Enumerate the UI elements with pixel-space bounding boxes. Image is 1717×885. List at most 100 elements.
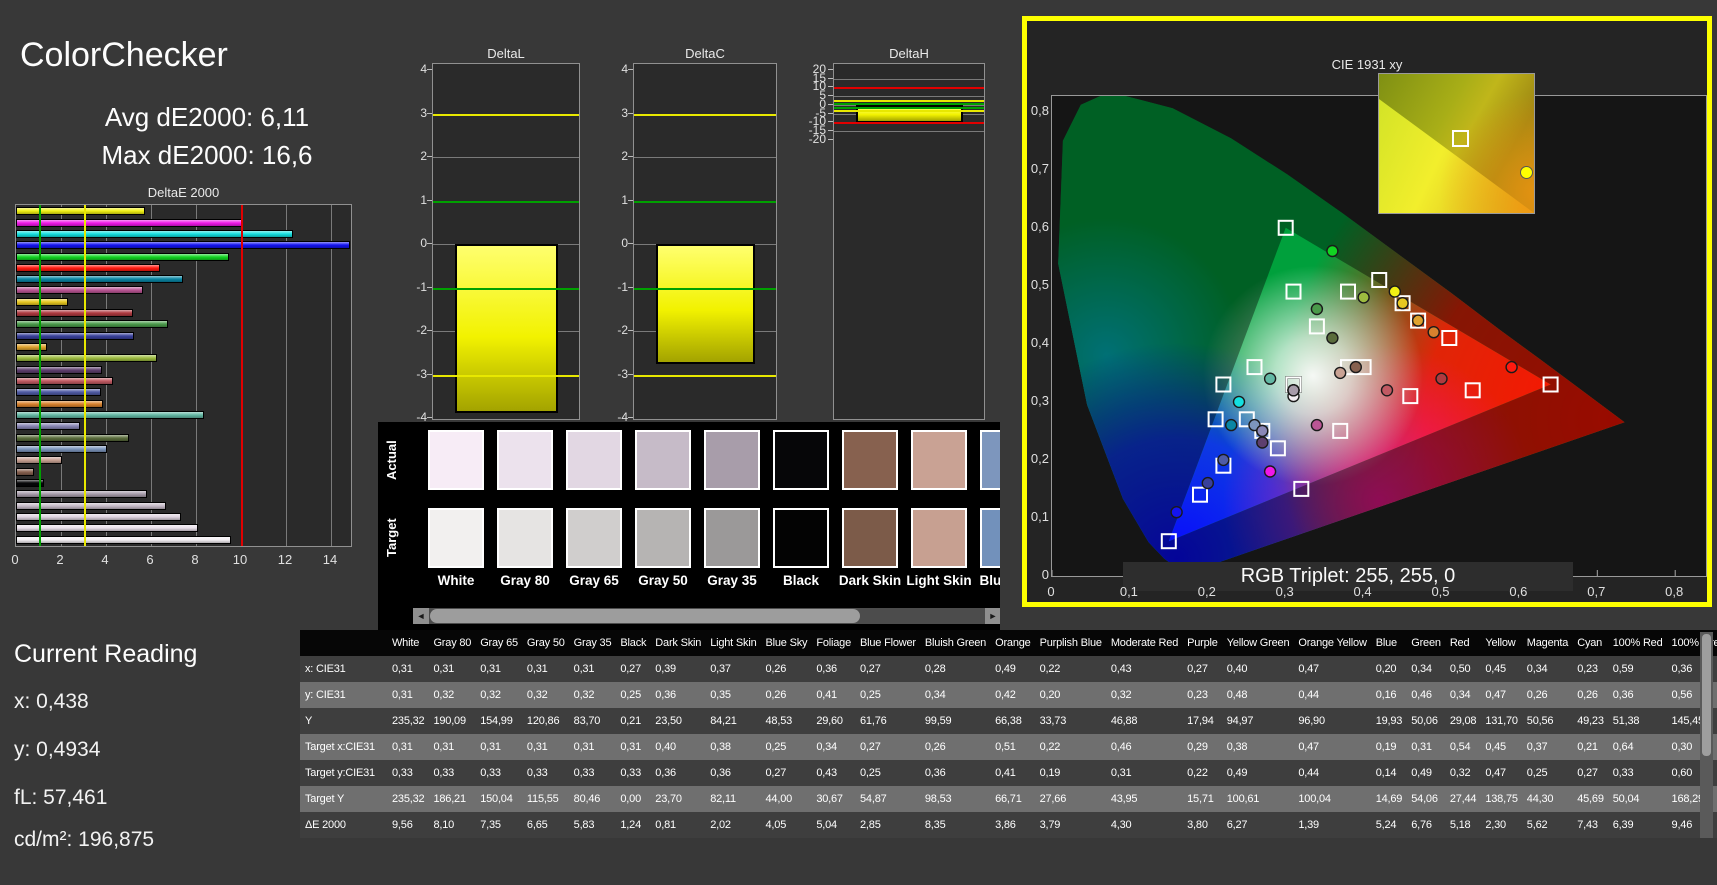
swatch-scrollbar-track[interactable] [429, 608, 985, 624]
reference-line [634, 200, 776, 203]
table-cell: 0,47 [1480, 760, 1522, 786]
tick-mark [828, 86, 833, 88]
table-cell: 0,31 [1105, 760, 1183, 786]
table-cell: 0,36 [919, 760, 991, 786]
table-cell: 0,23 [1572, 656, 1608, 682]
table-row: Target y:CIE31 0,33 0,33 0,33 0,33 0,33 0,33 0,… [300, 760, 1717, 786]
y-tick-label: -1 [416, 279, 427, 294]
column-header: Blue Flower [855, 630, 920, 656]
tick-mark [427, 417, 432, 418]
reference-line [834, 99, 984, 102]
tick-mark [628, 243, 633, 244]
table-cell: 0,40 [650, 734, 706, 760]
actual-swatch-light-skin [911, 430, 967, 490]
app-window: ColorChecker Avg dE2000: 6,11 Max dE2000… [0, 0, 1717, 885]
measured-point-yellow [1396, 296, 1409, 310]
measured-point-cyan [1224, 418, 1238, 432]
table-cell: 0,40 [1221, 656, 1294, 682]
y-tick-label: 1 [420, 192, 427, 207]
measured-point-gray-35 [1287, 384, 1300, 397]
table-cell: 15,71 [1182, 786, 1222, 812]
table-cell: 0,22 [1034, 656, 1106, 682]
table-cell: 190,09 [428, 708, 476, 734]
table-cell: 0,34 [1444, 682, 1481, 708]
table-cell: 0,29 [1182, 734, 1222, 760]
swatch-comparison-panel: Actual Target White Gray 80 Gray 65 Gray 50… [378, 422, 1000, 632]
deltae-bar-100-yellow [16, 207, 146, 216]
row-label: Y [300, 708, 387, 734]
deltac-chart-title: DeltaC [685, 46, 725, 61]
table-cell: 0,51 [990, 734, 1035, 760]
cie-x-tick-label: 0,2 [1197, 584, 1216, 599]
table-cell: 0,34 [811, 734, 855, 760]
table-cell: 0,47 [1293, 656, 1371, 682]
deltae-bar-100-cyan [16, 229, 293, 238]
actual-swatch-gray-35 [704, 430, 760, 490]
actual-swatch-gray-50 [635, 430, 691, 490]
column-header: Blue Sky [760, 630, 812, 656]
tick-mark [628, 286, 633, 288]
column-header: Black [615, 630, 651, 656]
gridline [834, 96, 984, 98]
current-reading-y: y: 0,4934 [14, 738, 101, 761]
table-cell: 8,10 [428, 812, 476, 838]
x-tick-label: 14 [322, 552, 338, 567]
target-swatch-black [773, 508, 829, 568]
actual-swatch-black [773, 430, 829, 490]
table-cell: 0,22 [1034, 734, 1106, 760]
inset-target-square [1451, 129, 1469, 147]
cie-x-tick-label: 0,7 [1587, 584, 1606, 599]
deltae-bar-yellow [16, 297, 68, 306]
table-cell: 186,21 [428, 786, 476, 812]
column-header: Gray 50 [521, 630, 569, 656]
column-header: Blue [1370, 630, 1407, 656]
row-label: y: CIE31 [300, 682, 387, 708]
tick-mark [427, 112, 432, 114]
table-cell: 0,25 [1521, 760, 1573, 786]
table-scrollbar-thumb[interactable] [1702, 634, 1711, 756]
table-cell: 0,25 [760, 734, 812, 760]
swatch-scroll-right-button[interactable]: ► [985, 608, 1000, 624]
table-cell: 98,53 [919, 786, 991, 812]
table-cell: 0,33 [428, 760, 476, 786]
table-cell: 235,32 [387, 708, 429, 734]
swatch-scroll-left-button[interactable]: ◄ [413, 608, 429, 624]
deltae-bar-100-blue [16, 241, 350, 250]
reference-line [834, 103, 984, 106]
table-cell: 7,35 [475, 812, 522, 838]
table-cell: 54,87 [855, 786, 920, 812]
table-cell: 3,79 [1034, 812, 1106, 838]
table-cell: 45,69 [1572, 786, 1608, 812]
measured-point-purplish-blue [1217, 453, 1230, 467]
table-cell: 120,86 [521, 708, 569, 734]
target-swatch-gray-65 [566, 508, 622, 568]
measured-point-yellow-green [1357, 291, 1370, 304]
target-swatch-gray-35 [704, 508, 760, 568]
measured-point-blue-flower [1256, 424, 1269, 438]
table-cell: 7,43 [1572, 812, 1608, 838]
column-header: Dark Skin [650, 630, 706, 656]
table-cell: 6,65 [521, 812, 569, 838]
measured-point-100-blue [1170, 506, 1183, 519]
column-header: Green [1406, 630, 1445, 656]
table-header-row: White Gray 80 Gray 65 Gray 50 Gray 35 Black Da… [300, 630, 1717, 656]
reference-line [834, 87, 984, 90]
table-cell: 54,06 [1406, 786, 1445, 812]
table-cell: 0,49 [1406, 760, 1445, 786]
swatch-scrollbar-thumb[interactable] [430, 609, 860, 623]
tick-mark [427, 286, 432, 288]
cie-x-tick-label: 0,5 [1431, 584, 1450, 599]
current-reading-title: Current Reading [14, 640, 198, 668]
current-reading-cdm2: cd/m²: 196,875 [14, 828, 155, 851]
cie-y-tick-label: 0,8 [1030, 102, 1049, 118]
target-swatch-gray-50 [635, 508, 691, 568]
table-cell: 0,39 [650, 656, 706, 682]
column-header: 100% Red [1607, 630, 1667, 656]
table-cell: 0,25 [855, 760, 920, 786]
table-cell: 0,50 [1444, 656, 1481, 682]
table-cell: 0,19 [1370, 734, 1407, 760]
cie-1931-panel: CIE 1931 xy RGB Triplet: 255, 255, 0 0,8… [1022, 16, 1712, 607]
table-scrollbar-track[interactable] [1700, 632, 1713, 838]
gridline [834, 130, 984, 132]
table-cell: 0,33 [568, 760, 616, 786]
